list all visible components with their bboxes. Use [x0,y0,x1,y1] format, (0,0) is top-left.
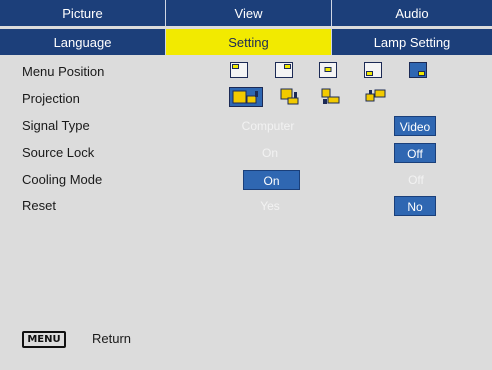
projection-label: Projection [22,91,80,106]
sub-tab-bar: Language Setting Lamp Setting [0,29,492,55]
osd-menu: Picture View Audio Language Setting Lamp… [0,0,492,370]
tab-lamp-setting[interactable]: Lamp Setting [332,29,492,55]
source-lock-label: Source Lock [22,145,95,160]
tab-setting[interactable]: Setting [166,29,332,55]
signal-type-label: Signal Type [22,118,90,133]
menu-position-label: Menu Position [22,64,105,79]
menu-position-top-left-icon[interactable] [230,62,248,78]
cooling-mode-off-option[interactable]: Off [398,170,434,190]
tab-audio[interactable]: Audio [332,0,492,26]
main-tab-bar: Picture View Audio [0,0,492,26]
source-lock-on-option[interactable]: On [250,143,290,163]
cooling-mode-on-option[interactable]: On [243,170,300,190]
menu-position-bottom-right-icon[interactable] [409,62,427,78]
tab-language[interactable]: Language [0,29,166,55]
projection-rear-ceiling-icon[interactable] [365,88,387,106]
tab-view[interactable]: View [166,0,332,26]
cooling-mode-label: Cooling Mode [22,172,103,187]
tab-picture[interactable]: Picture [0,0,166,26]
source-lock-off-option[interactable]: Off [394,143,436,163]
projection-front-ceiling-icon[interactable] [321,88,341,106]
projection-rear-desktop-icon[interactable] [280,88,300,106]
return-label: Return [92,331,132,346]
reset-yes-option[interactable]: Yes [246,196,294,216]
menu-key-icon: MENU [22,331,66,348]
reset-label: Reset [22,198,56,213]
menu-position-center-icon[interactable] [319,62,337,78]
signal-type-video-option[interactable]: Video [394,116,436,136]
projection-front-desktop-icon[interactable] [229,87,263,107]
menu-position-top-right-icon[interactable] [275,62,293,78]
signal-type-computer-option[interactable]: Computer [231,116,305,136]
reset-no-option[interactable]: No [394,196,436,216]
menu-position-bottom-left-icon[interactable] [364,62,382,78]
